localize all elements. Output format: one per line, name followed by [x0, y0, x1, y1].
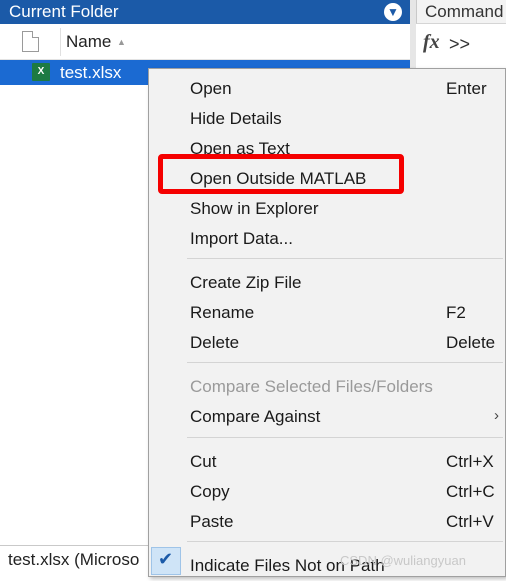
- menu-item-label: Create Zip File: [190, 273, 302, 292]
- current-folder-title: Current Folder: [9, 2, 119, 21]
- menu-item-label: Show in Explorer: [190, 199, 319, 218]
- menu-item-label: Delete: [190, 333, 240, 352]
- context-menu: Open Enter Hide Details Open as Text Ope…: [148, 68, 506, 577]
- menu-item-shortcut: Enter: [446, 79, 487, 98]
- command-window-title: Command: [425, 2, 504, 21]
- menu-item-label: Compare Selected Files/Folders: [190, 377, 433, 396]
- file-type-column-icon[interactable]: [22, 31, 39, 52]
- menu-item-rename[interactable]: Rename F2: [149, 298, 506, 328]
- menu-item-label: Import Data...: [190, 229, 293, 248]
- submenu-arrow-icon: ›: [494, 407, 499, 424]
- menu-item-compare-against[interactable]: Compare Against ›: [149, 402, 506, 432]
- details-text: test.xlsx (Microso: [8, 550, 140, 569]
- panel-actions-button[interactable]: ▼: [384, 3, 402, 21]
- file-list-header: Name ▲: [0, 24, 410, 60]
- menu-item-label: Open: [190, 79, 232, 98]
- menu-item-label: Hide Details: [190, 109, 282, 128]
- menu-item-shortcut: Ctrl+C: [446, 482, 495, 501]
- chevron-down-icon: ▼: [387, 5, 399, 19]
- menu-separator: [187, 362, 503, 363]
- menu-item-compare-selected: Compare Selected Files/Folders: [149, 372, 506, 402]
- menu-item-label: Cut: [190, 452, 217, 471]
- menu-item-paste[interactable]: Paste Ctrl+V: [149, 507, 506, 537]
- menu-item-shortcut: F2: [446, 303, 466, 322]
- menu-item-shortcut: Ctrl+X: [446, 452, 494, 471]
- sort-ascending-icon: ▲: [117, 37, 126, 47]
- menu-item-show-in-explorer[interactable]: Show in Explorer: [149, 194, 506, 224]
- command-window-header: Command: [416, 0, 506, 24]
- menu-item-import-data[interactable]: Import Data...: [149, 224, 506, 254]
- menu-separator: [187, 437, 503, 438]
- menu-item-label: Paste: [190, 512, 234, 531]
- menu-item-label: Compare Against: [190, 407, 321, 426]
- menu-item-label: Rename: [190, 303, 255, 322]
- name-column-header[interactable]: Name: [66, 32, 111, 52]
- file-name: test.xlsx: [60, 63, 122, 82]
- menu-item-label: Copy: [190, 482, 230, 501]
- watermark: CSDN @wuliangyuan: [340, 553, 466, 568]
- menu-separator: [187, 541, 503, 542]
- current-folder-header: Current Folder: [0, 0, 410, 24]
- menu-item-delete[interactable]: Delete Delete: [149, 328, 506, 358]
- menu-item-cut[interactable]: Cut Ctrl+X: [149, 447, 506, 477]
- column-separator[interactable]: [60, 28, 61, 56]
- menu-item-shortcut: Delete: [446, 333, 496, 352]
- menu-item-open[interactable]: Open Enter: [149, 74, 506, 104]
- menu-item-copy[interactable]: Copy Ctrl+C: [149, 477, 506, 507]
- menu-item-hide-details[interactable]: Hide Details: [149, 104, 506, 134]
- menu-item-create-zip[interactable]: Create Zip File: [149, 268, 506, 298]
- menu-separator: [187, 258, 503, 259]
- function-browser-icon[interactable]: fx: [423, 31, 440, 54]
- command-prompt: >>: [449, 34, 471, 54]
- excel-file-icon: X: [32, 63, 50, 81]
- menu-item-shortcut: Ctrl+V: [446, 512, 494, 531]
- annotation-highlight-box: [158, 154, 404, 194]
